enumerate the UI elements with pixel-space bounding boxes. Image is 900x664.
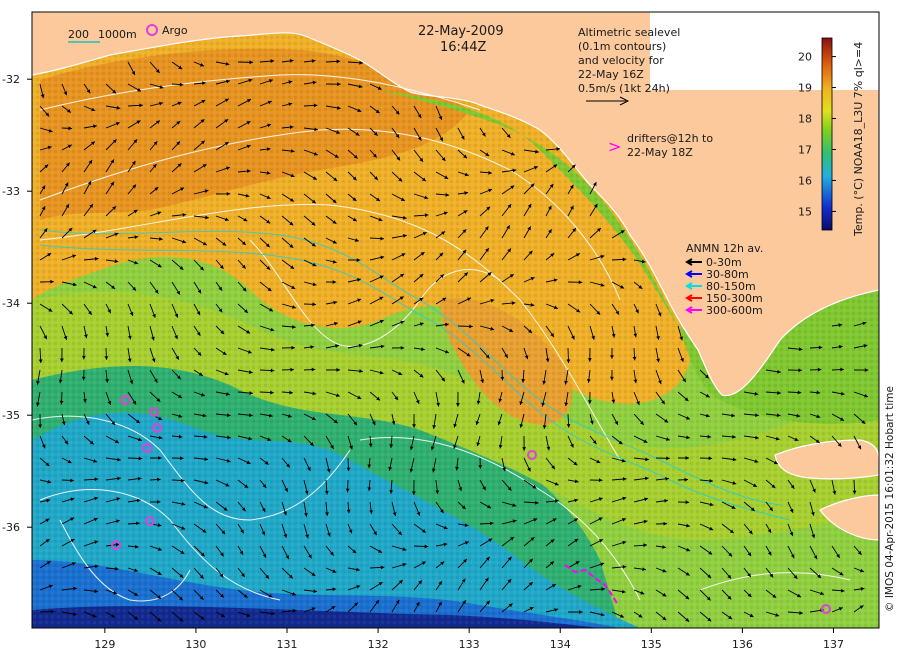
x-tick-label: 133 — [459, 638, 480, 651]
x-tick-label: 135 — [641, 638, 662, 651]
anmn-legend-title: ANMN 12h av. — [686, 242, 763, 255]
y-tick-label: -36 — [2, 521, 20, 534]
x-tick-label: 131 — [277, 638, 298, 651]
y-tick-label: -33 — [2, 185, 20, 198]
scale-label-200: 200 — [68, 28, 89, 41]
colorbar-label: Temp. (°C) NOAA18_L3U 7% ql>=4 — [852, 42, 865, 237]
scale-label-1000: 1000m — [98, 28, 137, 41]
colorbar-tick-label: 17 — [798, 143, 812, 156]
y-tick-label: -32 — [2, 73, 20, 86]
altimetry-line-3: and velocity for — [578, 54, 664, 67]
colorbar-background — [650, 12, 879, 90]
x-tick-label: 137 — [823, 638, 844, 651]
x-tick-label: 132 — [368, 638, 389, 651]
x-axis-ticks: 129 130 131 132 133 134 135 136 137 — [94, 628, 844, 651]
map-figure: 22-May-2009 16:44Z 200 1000m Argo Altime… — [0, 0, 900, 660]
colorbar-tick-label: 19 — [798, 82, 812, 95]
drifters-line-1: drifters@12h to — [627, 132, 713, 145]
map-time: 16:44Z — [440, 40, 486, 55]
x-tick-label: 129 — [94, 638, 115, 651]
x-tick-label: 134 — [550, 638, 571, 651]
map-svg: 22-May-2009 16:44Z 200 1000m Argo Altime… — [0, 0, 900, 660]
credit-text: © IMOS 04-Apr-2015 16:01:32 Hobart time — [884, 386, 896, 612]
colorbar — [822, 38, 832, 230]
plot-area — [32, 12, 879, 628]
drifter-legend-icon: > — [608, 137, 621, 156]
anmn-legend-label: 300-600m — [706, 304, 763, 317]
argo-legend-label: Argo — [162, 24, 188, 37]
x-tick-label: 136 — [732, 638, 753, 651]
colorbar-tick-label: 15 — [798, 205, 812, 218]
x-tick-label: 130 — [185, 638, 206, 651]
altimetry-line-4: 22-May 16Z — [578, 68, 644, 81]
y-tick-label: -35 — [2, 409, 20, 422]
y-axis-ticks: -32 -33 -34 -35 -36 — [2, 73, 32, 534]
map-date: 22-May-2009 — [418, 24, 504, 39]
y-tick-label: -34 — [2, 297, 20, 310]
drifters-line-2: 22-May 18Z — [627, 146, 693, 159]
altimetry-line-1: Altimetric sealevel — [578, 26, 680, 39]
altimetry-line-5: 0.5m/s (1kt 24h) — [578, 82, 670, 95]
altimetry-line-2: (0.1m contours) — [578, 40, 666, 53]
colorbar-tick-label: 16 — [798, 174, 812, 187]
colorbar-tick-label: 20 — [798, 51, 812, 64]
colorbar-tick-label: 18 — [798, 113, 812, 126]
